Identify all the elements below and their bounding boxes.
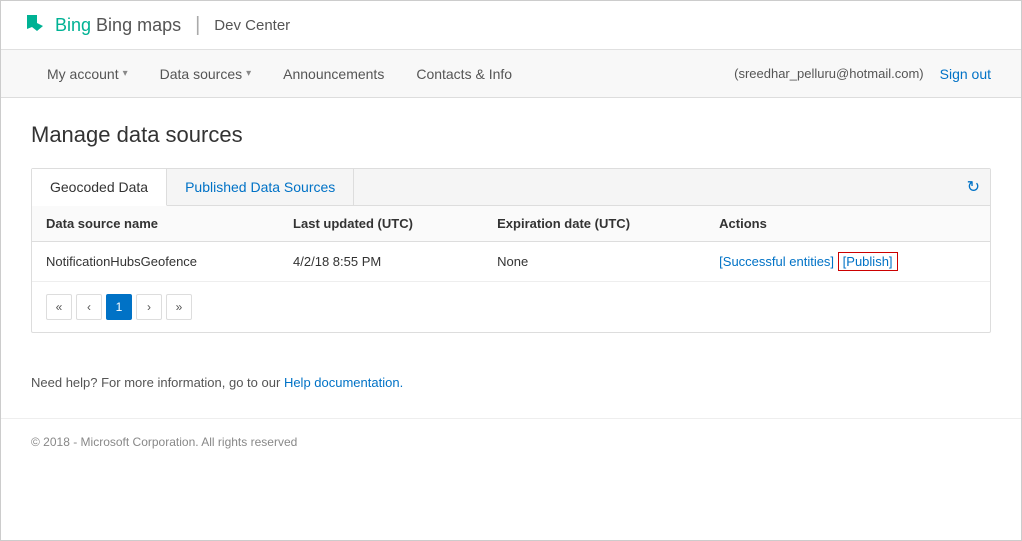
data-sources-arrow-icon: ▾ — [246, 68, 251, 79]
col-header-name: Data source name — [32, 206, 279, 242]
footer-text: © 2018 - Microsoft Corporation. All righ… — [31, 435, 297, 449]
main-content: Manage data sources Geocoded Data Publis… — [1, 98, 1021, 357]
nav-contacts-info[interactable]: Contacts & Info — [400, 52, 528, 96]
my-account-arrow-icon: ▾ — [123, 68, 128, 79]
footer: © 2018 - Microsoft Corporation. All righ… — [1, 418, 1021, 465]
nav-right: (sreedhar_pelluru@hotmail.com) Sign out — [734, 66, 991, 82]
nav-data-sources[interactable]: Data sources ▾ — [144, 52, 268, 96]
help-text: Need help? For more information, go to o… — [31, 375, 280, 390]
nav-announcements[interactable]: Announcements — [267, 52, 400, 96]
cell-last-updated: 4/2/18 8:55 PM — [279, 242, 483, 282]
pagination: « ‹ 1 › » — [32, 281, 990, 332]
logo-area: Bing Bing maps | Dev Center — [21, 11, 290, 39]
tabs-header: Geocoded Data Published Data Sources ↻ — [32, 169, 990, 206]
pagination-current[interactable]: 1 — [106, 294, 132, 320]
tab-published-data-sources[interactable]: Published Data Sources — [167, 169, 354, 205]
table-header: Data source name Last updated (UTC) Expi… — [32, 206, 990, 242]
bing-logo-icon — [21, 11, 49, 39]
publish-button[interactable]: [Publish] — [838, 252, 898, 271]
help-documentation-link[interactable]: Help documentation. — [284, 375, 403, 390]
top-bar: Bing Bing maps | Dev Center — [1, 1, 1021, 50]
cell-name: NotificationHubsGeofence — [32, 242, 279, 282]
pagination-first[interactable]: « — [46, 294, 72, 320]
table-body: NotificationHubsGeofence 4/2/18 8:55 PM … — [32, 242, 990, 282]
nav-items: My account ▾ Data sources ▾ Announcement… — [31, 52, 734, 96]
col-header-last-updated: Last updated (UTC) — [279, 206, 483, 242]
help-section: Need help? For more information, go to o… — [1, 357, 1021, 408]
cell-expiration: None — [483, 242, 705, 282]
pagination-next[interactable]: › — [136, 294, 162, 320]
nav-my-account[interactable]: My account ▾ — [31, 52, 144, 96]
col-header-actions: Actions — [705, 206, 990, 242]
sign-out-button[interactable]: Sign out — [940, 66, 991, 82]
pagination-last[interactable]: » — [166, 294, 192, 320]
cell-actions: [Successful entities] [Publish] — [705, 242, 990, 282]
table-row: NotificationHubsGeofence 4/2/18 8:55 PM … — [32, 242, 990, 282]
logo-divider: | — [195, 14, 200, 37]
dev-center-label: Dev Center — [214, 17, 290, 34]
pagination-prev[interactable]: ‹ — [76, 294, 102, 320]
brand-name: Bing Bing maps — [55, 15, 181, 36]
user-email: (sreedhar_pelluru@hotmail.com) — [734, 66, 924, 81]
data-table: Data source name Last updated (UTC) Expi… — [32, 206, 990, 281]
tab-geocoded-data[interactable]: Geocoded Data — [32, 169, 167, 206]
page-title: Manage data sources — [31, 122, 991, 148]
successful-entities-link[interactable]: [Successful entities] — [719, 254, 834, 269]
nav-bar: My account ▾ Data sources ▾ Announcement… — [1, 50, 1021, 98]
refresh-icon[interactable]: ↻ — [967, 177, 980, 197]
col-header-expiration: Expiration date (UTC) — [483, 206, 705, 242]
tabs-container: Geocoded Data Published Data Sources ↻ D… — [31, 168, 991, 333]
